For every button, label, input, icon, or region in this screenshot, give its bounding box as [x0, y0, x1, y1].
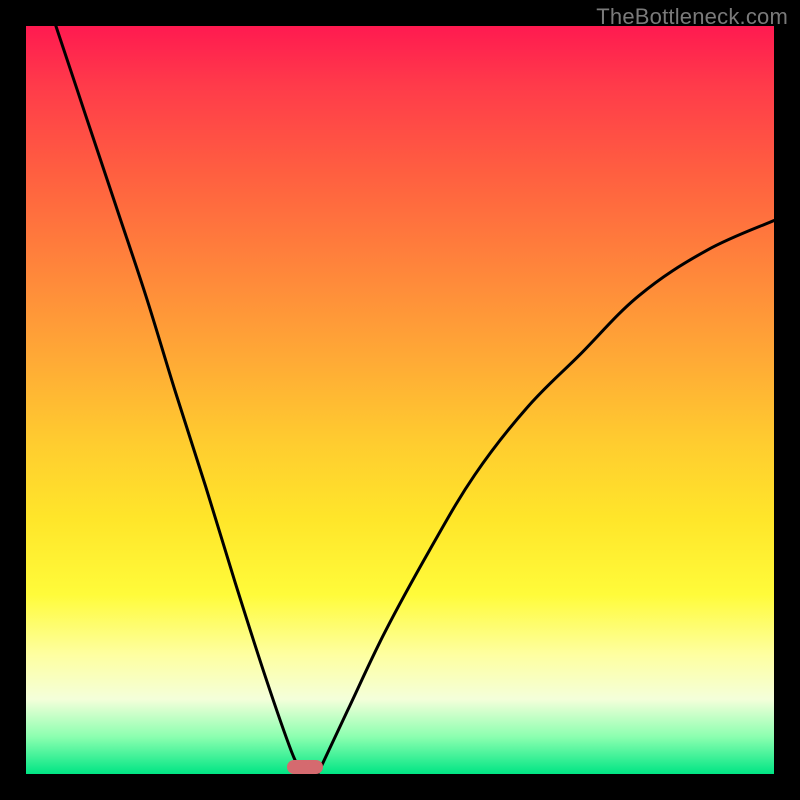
optimal-marker	[287, 760, 323, 774]
curve-left-branch	[56, 26, 303, 774]
chart-frame	[26, 26, 774, 774]
curve-right-branch	[318, 221, 774, 775]
watermark-text: TheBottleneck.com	[596, 4, 788, 30]
bottleneck-curve	[26, 26, 774, 774]
